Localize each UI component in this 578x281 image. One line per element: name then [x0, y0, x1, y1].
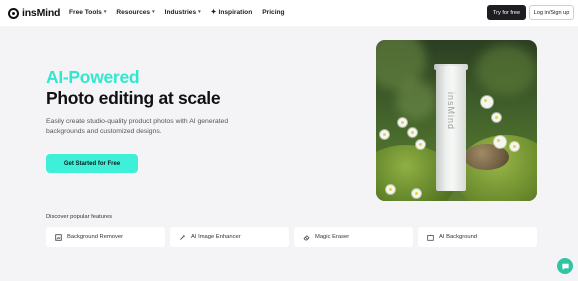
menu-item-resources[interactable]: Resources ▾ — [116, 8, 154, 16]
flower — [492, 113, 501, 122]
menu-item-free-tools[interactable]: Free Tools ▾ — [69, 8, 106, 16]
logo[interactable]: insMind — [8, 6, 60, 20]
feature-label: AI Image Enhancer — [191, 234, 241, 240]
menu-item-label: Pricing — [262, 8, 285, 16]
menu-item-industries[interactable]: Industries ▾ — [165, 8, 201, 16]
hero-product-image: insMind — [376, 40, 537, 201]
login-signup-button[interactable]: Log in/Sign up — [529, 5, 574, 20]
menu-item-pricing[interactable]: Pricing — [262, 8, 284, 16]
menu-item-label: Resources — [116, 8, 151, 16]
flower — [510, 142, 519, 151]
chevron-down-icon: ▾ — [152, 9, 155, 15]
chevron-down-icon: ▾ — [103, 9, 107, 15]
image-crop-icon — [55, 233, 62, 241]
top-navbar: insMind Free Tools ▾ Resources ▾ Industr… — [0, 0, 578, 26]
flower — [481, 96, 493, 108]
chat-support-button[interactable] — [557, 258, 573, 274]
sparkle-icon: ✦ — [210, 9, 217, 16]
menu-item-label: Free Tools — [69, 8, 102, 16]
background-bokeh — [476, 45, 536, 95]
product-tube-label: insMind — [446, 92, 456, 131]
features-heading: Discover popular features — [46, 214, 113, 220]
menu-item-label: Inspiration — [218, 8, 253, 16]
feature-label: AI Background — [439, 234, 478, 240]
flower — [416, 140, 425, 149]
main-menu: Free Tools ▾ Resources ▾ Industries ▾ ✦ … — [69, 8, 285, 17]
try-for-free-button[interactable]: Try for free — [487, 5, 526, 20]
feature-ai-image-enhancer[interactable]: AI Image Enhancer — [170, 227, 289, 247]
flower — [408, 128, 417, 137]
flower — [398, 118, 407, 127]
chat-bubble-icon — [561, 263, 569, 270]
hero-description: Easily create studio-quality product pho… — [46, 118, 229, 135]
flower — [494, 136, 506, 148]
feature-background-remover[interactable]: Background Remover — [46, 227, 165, 247]
background-bokeh — [396, 80, 436, 120]
get-started-button[interactable]: Get Started for Free — [46, 154, 138, 173]
features-list: Background Remover AI Image Enhancer Mag… — [46, 227, 537, 247]
feature-magic-eraser[interactable]: Magic Eraser — [294, 227, 413, 247]
enhance-icon — [179, 234, 186, 241]
flower — [412, 189, 421, 198]
feature-ai-background[interactable]: AI Background — [418, 227, 537, 247]
hero-title-accent: AI-Powered — [46, 67, 140, 87]
logo-text: insMind — [22, 7, 61, 19]
feature-label: Magic Eraser — [315, 234, 350, 240]
ai-background-icon — [427, 233, 434, 241]
hero-title: Photo editing at scale — [46, 88, 221, 108]
logo-mark-icon — [8, 7, 19, 19]
flower — [380, 130, 389, 139]
menu-item-inspiration[interactable]: ✦ Inspiration — [210, 8, 253, 17]
chevron-down-icon: ▾ — [198, 9, 201, 15]
menu-item-label: Industries — [164, 8, 197, 16]
rock — [464, 144, 509, 170]
flower — [386, 185, 395, 194]
eraser-icon — [303, 234, 310, 241]
feature-label: Background Remover — [67, 234, 124, 240]
